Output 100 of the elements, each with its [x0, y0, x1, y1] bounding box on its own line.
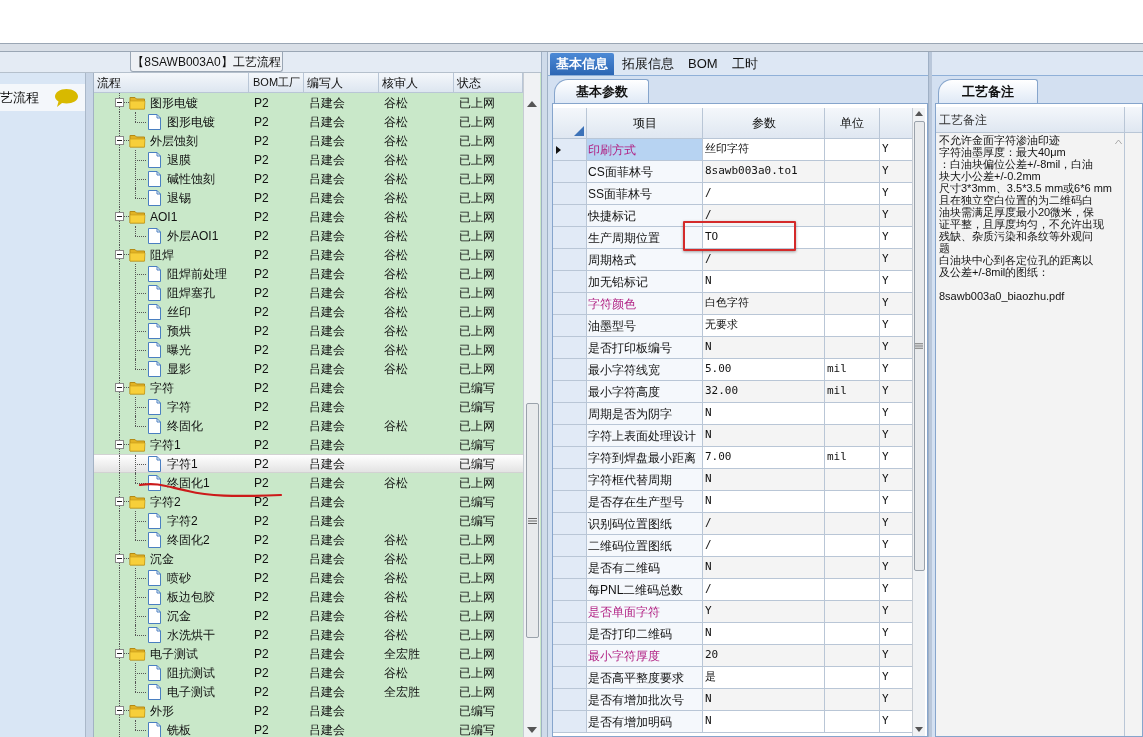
tree-item[interactable]: 水洗烘干 — [167, 625, 215, 644]
tree-item[interactable]: 图形电镀 — [150, 93, 198, 112]
tree-item[interactable]: 字符2 — [150, 492, 181, 511]
scroll-up-icon[interactable] — [915, 111, 923, 116]
table-cell[interactable]: 加无铅标记 — [587, 271, 703, 293]
tree-item[interactable]: 终固化 — [167, 416, 203, 435]
table-cell[interactable]: 是否打印板编号 — [587, 337, 703, 359]
table-cell[interactable]: 识别码位置图纸 — [587, 513, 703, 535]
table-cell[interactable]: 周期是否为阴字 — [587, 403, 703, 425]
scroll-up-icon[interactable] — [527, 101, 537, 107]
column-header[interactable]: 项目 — [587, 108, 703, 139]
table-cell[interactable]: 是否有增加批次号 — [587, 689, 703, 711]
scrollbar-thumb[interactable] — [913, 121, 925, 571]
subtab[interactable]: 工艺备注 — [938, 79, 1038, 103]
row-header[interactable] — [553, 139, 587, 161]
remark-field[interactable] — [936, 133, 1125, 736]
tree-item[interactable]: 曝光 — [167, 340, 191, 359]
scrollbar-thumb[interactable] — [525, 403, 539, 638]
scroll-down-icon[interactable] — [527, 727, 537, 733]
column-header[interactable]: 编写人 — [304, 73, 379, 93]
tree-item[interactable]: 喷砂 — [167, 568, 191, 587]
column-header[interactable]: 核审人 — [379, 73, 454, 93]
column-header[interactable]: 单位 — [825, 108, 880, 139]
tree-item[interactable]: 字符2 — [167, 511, 198, 530]
table-cell[interactable]: 快捷标记 — [587, 205, 703, 227]
tree-row[interactable]: 字符1 P2 吕建会 已编写 — [94, 454, 523, 473]
tree-item[interactable]: 外形 — [150, 701, 174, 720]
table-cell[interactable]: 是否打印二维码 — [587, 623, 703, 645]
column-header[interactable]: 参数 — [703, 108, 825, 139]
table-cell[interactable]: 字符颜色 — [587, 293, 703, 315]
splitter-bar[interactable] — [0, 43, 1143, 52]
tree-item[interactable]: 外层AOI1 — [167, 226, 219, 245]
tab[interactable]: 拓展信息 — [616, 53, 680, 75]
table-cell[interactable]: 是否高平整度要求 — [587, 667, 703, 689]
scrollbar[interactable] — [912, 108, 925, 736]
tree-item[interactable]: 退锡 — [167, 188, 191, 207]
collapse-icon[interactable] — [115, 440, 124, 449]
tree-item[interactable]: 退膜 — [167, 150, 191, 169]
collapse-icon[interactable] — [115, 706, 124, 715]
tree-item[interactable]: 板边包胶 — [167, 587, 215, 606]
collapse-icon[interactable] — [115, 136, 124, 145]
scroll-down-icon[interactable] — [915, 727, 923, 732]
tree-item[interactable]: 电子测试 — [167, 682, 215, 701]
table-cell[interactable]: 是否有增加明码 — [587, 711, 703, 733]
tab[interactable]: 基本信息 — [550, 53, 614, 75]
tab[interactable]: BOM — [682, 53, 724, 75]
table-cell[interactable]: 印刷方式 — [587, 139, 703, 161]
collapse-icon[interactable] — [115, 497, 124, 506]
tab[interactable]: 工时 — [725, 53, 764, 75]
tree-item[interactable]: 电子测试 — [150, 644, 198, 663]
tree-item[interactable]: 预烘 — [167, 321, 191, 340]
sidebar-item[interactable]: 艺流程 — [0, 84, 85, 111]
tree-item[interactable]: 图形电镀 — [167, 112, 215, 131]
table-cell[interactable]: 每PNL二维码总数 — [587, 579, 703, 601]
column-header[interactable]: BOM工厂 — [249, 73, 304, 93]
tree-item[interactable]: 沉金 — [150, 549, 174, 568]
tree-item[interactable]: 字符1 — [150, 435, 181, 454]
table-cell[interactable]: 字符上表面处理设计 — [587, 425, 703, 447]
collapse-icon[interactable] — [115, 250, 124, 259]
column-header[interactable]: 状态 — [454, 73, 523, 93]
table-cell[interactable]: 字符框代替周期 — [587, 469, 703, 491]
tree-item[interactable]: 阻抗测试 — [167, 663, 215, 682]
tree-item[interactable]: 阻焊 — [150, 245, 174, 264]
collapse-icon[interactable] — [115, 554, 124, 563]
table-cell[interactable]: 字符到焊盘最小距离 — [587, 447, 703, 469]
tree-item[interactable]: 铣板 — [167, 720, 191, 737]
scrollbar[interactable] — [523, 73, 540, 737]
tree-item[interactable]: 外层蚀刻 — [150, 131, 198, 150]
tree-item[interactable]: 阻焊前处理 — [167, 264, 227, 283]
table-cell[interactable]: 油墨型号 — [587, 315, 703, 337]
table-cell[interactable]: 是否单面字符 — [587, 601, 703, 623]
collapse-icon[interactable] — [115, 383, 124, 392]
tree-item[interactable]: 字符 — [150, 378, 174, 397]
tree-item[interactable]: 显影 — [167, 359, 191, 378]
table-cell[interactable]: SS面菲林号 — [587, 183, 703, 205]
splitter-bar[interactable] — [86, 73, 94, 737]
table-cell[interactable]: 生产周期位置 — [587, 227, 703, 249]
tree-item[interactable]: AOI1 — [150, 207, 178, 226]
subtab[interactable]: 基本参数 — [554, 79, 649, 103]
tree-item[interactable]: 沉金 — [167, 606, 191, 625]
table-cell[interactable]: 二维码位置图纸 — [587, 535, 703, 557]
table-cell[interactable]: CS面菲林号 — [587, 161, 703, 183]
grip-icon — [915, 343, 923, 349]
table-cell[interactable]: 周期格式 — [587, 249, 703, 271]
collapse-icon[interactable] — [115, 649, 124, 658]
tree-item[interactable]: 阻焊塞孔 — [167, 283, 215, 302]
tree-item[interactable]: 碱性蚀刻 — [167, 169, 215, 188]
document-icon — [148, 664, 161, 681]
tree-item[interactable]: 字符1 — [167, 455, 198, 473]
collapse-icon[interactable] — [115, 98, 124, 107]
tree-item[interactable]: 字符 — [167, 397, 191, 416]
tree-item[interactable]: 丝印 — [167, 302, 191, 321]
table-cell[interactable]: 是否存在生产型号 — [587, 491, 703, 513]
table-cell[interactable]: 最小字符线宽 — [587, 359, 703, 381]
table-cell[interactable]: 最小字符高度 — [587, 381, 703, 403]
tree-item[interactable]: 终固化2 — [167, 530, 210, 549]
collapse-icon[interactable] — [115, 212, 124, 221]
table-cell[interactable]: 最小字符厚度 — [587, 645, 703, 667]
column-header[interactable]: 流程 — [94, 73, 249, 93]
table-cell[interactable]: 是否有二维码 — [587, 557, 703, 579]
